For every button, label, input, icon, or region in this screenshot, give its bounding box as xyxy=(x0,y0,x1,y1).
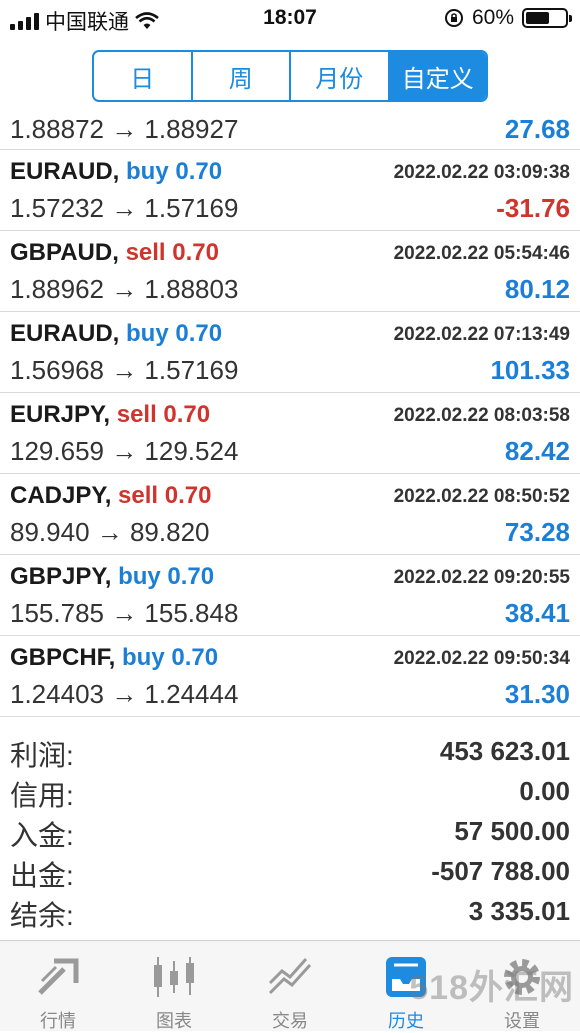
trade-time: 2022.02.22 05:54:46 xyxy=(393,243,570,264)
summary-value: 3 335.01 xyxy=(468,896,570,926)
trade-profit: 38.41 xyxy=(504,598,570,628)
trade-prices: 89.940 → 89.820 xyxy=(10,517,210,547)
summary-label: 结余: xyxy=(10,900,74,931)
status-bar: 中国联通 18:07 60% xyxy=(0,0,580,40)
trade-row[interactable]: GBPJPY, buy 0.70 2022.02.22 09:20:55 155… xyxy=(0,555,580,636)
tab-label: 历史 xyxy=(388,1011,424,1031)
trade-side: sell 0.70 xyxy=(116,401,211,428)
trade-side: buy 0.70 xyxy=(126,158,223,185)
quotes-icon xyxy=(38,958,79,995)
summary-label: 出金: xyxy=(10,860,74,891)
trade-symbol: EURJPY, xyxy=(10,401,111,428)
trade-prices: 1.24403 → 1.24444 xyxy=(10,679,239,709)
watermark: 518外汇网 xyxy=(409,969,574,1007)
trade-row[interactable]: GBPAUD, sell 0.70 2022.02.22 05:54:46 1.… xyxy=(0,231,580,312)
trade-side: buy 0.70 xyxy=(126,320,223,347)
summary-profit: 利润: 453 623.01 xyxy=(0,732,580,772)
status-right: 60% xyxy=(444,6,572,30)
trade-time: 2022.02.22 09:50:34 xyxy=(393,648,570,669)
battery-percent: 60% xyxy=(471,6,514,29)
chart-icon xyxy=(154,957,194,997)
trade-symbol: GBPJPY, xyxy=(10,563,112,590)
trade-title: EURAUD, buy 0.70 xyxy=(10,320,222,348)
tab-trade[interactable]: 交易 xyxy=(232,941,348,1031)
trade-profit: 31.30 xyxy=(504,679,570,709)
trade-row[interactable]: CADJPY, sell 0.70 2022.02.22 08:50:52 89… xyxy=(0,474,580,555)
trade-prices: 129.659 → 129.524 xyxy=(10,436,239,466)
tab-label: 行情 xyxy=(40,1011,76,1031)
tab-quotes[interactable]: 行情 xyxy=(0,941,116,1031)
trade-prices: 1.56968 → 1.57169 xyxy=(10,355,239,385)
trade-prices: 1.57232 → 1.57169 xyxy=(10,193,239,223)
trade-title: GBPCHF, buy 0.70 xyxy=(10,644,218,672)
trade-symbol: EURAUD, xyxy=(10,320,120,347)
trade-profit: 82.42 xyxy=(504,436,570,466)
summary-label: 利润: xyxy=(10,740,74,771)
summary-value: 0.00 xyxy=(519,776,570,806)
segment-week[interactable]: 周 xyxy=(193,52,291,100)
trade-title: GBPJPY, buy 0.70 xyxy=(10,563,214,591)
summary-value: -507 788.00 xyxy=(431,856,570,886)
trade-time: 2022.02.22 08:03:58 xyxy=(393,405,570,426)
trade-row[interactable]: EURAUD, buy 0.70 2022.02.22 03:09:38 1.5… xyxy=(0,150,580,231)
trade-icon xyxy=(268,958,312,995)
trade-profit: 73.28 xyxy=(504,517,570,547)
trade-row[interactable]: EURJPY, sell 0.70 2022.02.22 08:03:58 12… xyxy=(0,393,580,474)
trade-row[interactable]: EURAUD, buy 0.70 2022.02.22 07:13:49 1.5… xyxy=(0,312,580,393)
trade-symbol: CADJPY, xyxy=(10,482,112,509)
trade-time: 2022.02.22 03:09:38 xyxy=(393,162,570,183)
account-summary: 利润: 453 623.01 信用: 0.00 入金: 57 500.00 出金… xyxy=(0,732,580,932)
trade-row[interactable]: 1.88872 → 1.88927 27.68 xyxy=(0,112,580,150)
trade-side: sell 0.70 xyxy=(118,482,212,509)
trade-time: 2022.02.22 09:20:55 xyxy=(393,567,570,588)
summary-label: 信用: xyxy=(10,780,74,811)
summary-deposit: 入金: 57 500.00 xyxy=(0,812,580,852)
trade-profit: 80.12 xyxy=(504,274,570,304)
trade-history-list[interactable]: 1.88872 → 1.88927 27.68 EURAUD, buy 0.70… xyxy=(0,112,580,717)
summary-label: 入金: xyxy=(10,820,74,851)
trade-prices: 1.88872 → 1.88927 xyxy=(10,114,239,144)
trade-profit: 27.68 xyxy=(504,114,570,144)
tab-label: 图表 xyxy=(156,1011,192,1031)
trade-symbol: GBPAUD, xyxy=(10,239,119,266)
tab-label: 设置 xyxy=(504,1011,540,1031)
segment-custom[interactable]: 自定义 xyxy=(389,52,486,100)
segment-day[interactable]: 日 xyxy=(94,52,193,100)
trade-side: buy 0.70 xyxy=(118,563,215,590)
trade-symbol: GBPCHF, xyxy=(10,644,116,671)
tab-label: 交易 xyxy=(272,1011,308,1031)
summary-balance: 结余: 3 335.01 xyxy=(0,892,580,932)
trade-profit: -31.76 xyxy=(496,193,570,223)
trade-prices: 155.785 → 155.848 xyxy=(10,598,239,628)
trade-side: buy 0.70 xyxy=(122,644,219,671)
trade-profit: 101.33 xyxy=(490,355,570,385)
battery-icon xyxy=(522,8,572,28)
trade-row[interactable]: GBPCHF, buy 0.70 2022.02.22 09:50:34 1.2… xyxy=(0,636,580,717)
summary-value: 453 623.01 xyxy=(439,736,570,766)
summary-credit: 信用: 0.00 xyxy=(0,772,580,812)
summary-value: 57 500.00 xyxy=(454,816,570,846)
trade-side: sell 0.70 xyxy=(125,239,219,266)
trade-title: CADJPY, sell 0.70 xyxy=(10,482,211,510)
segment-month[interactable]: 月份 xyxy=(291,52,390,100)
tab-chart[interactable]: 图表 xyxy=(116,941,232,1031)
trade-symbol: EURAUD, xyxy=(10,158,120,185)
trade-prices: 1.88962 → 1.88803 xyxy=(10,274,239,304)
trade-title: GBPAUD, sell 0.70 xyxy=(10,239,219,267)
trade-title: EURAUD, buy 0.70 xyxy=(10,158,222,186)
trade-time: 2022.02.22 08:50:52 xyxy=(393,486,570,507)
trade-time: 2022.02.22 07:13:49 xyxy=(393,324,570,345)
summary-withdrawal: 出金: -507 788.00 xyxy=(0,852,580,892)
rotation-lock-icon xyxy=(444,9,463,27)
trade-title: EURJPY, sell 0.70 xyxy=(10,401,210,429)
period-segment-control: 日 周 月份 自定义 xyxy=(92,50,488,102)
